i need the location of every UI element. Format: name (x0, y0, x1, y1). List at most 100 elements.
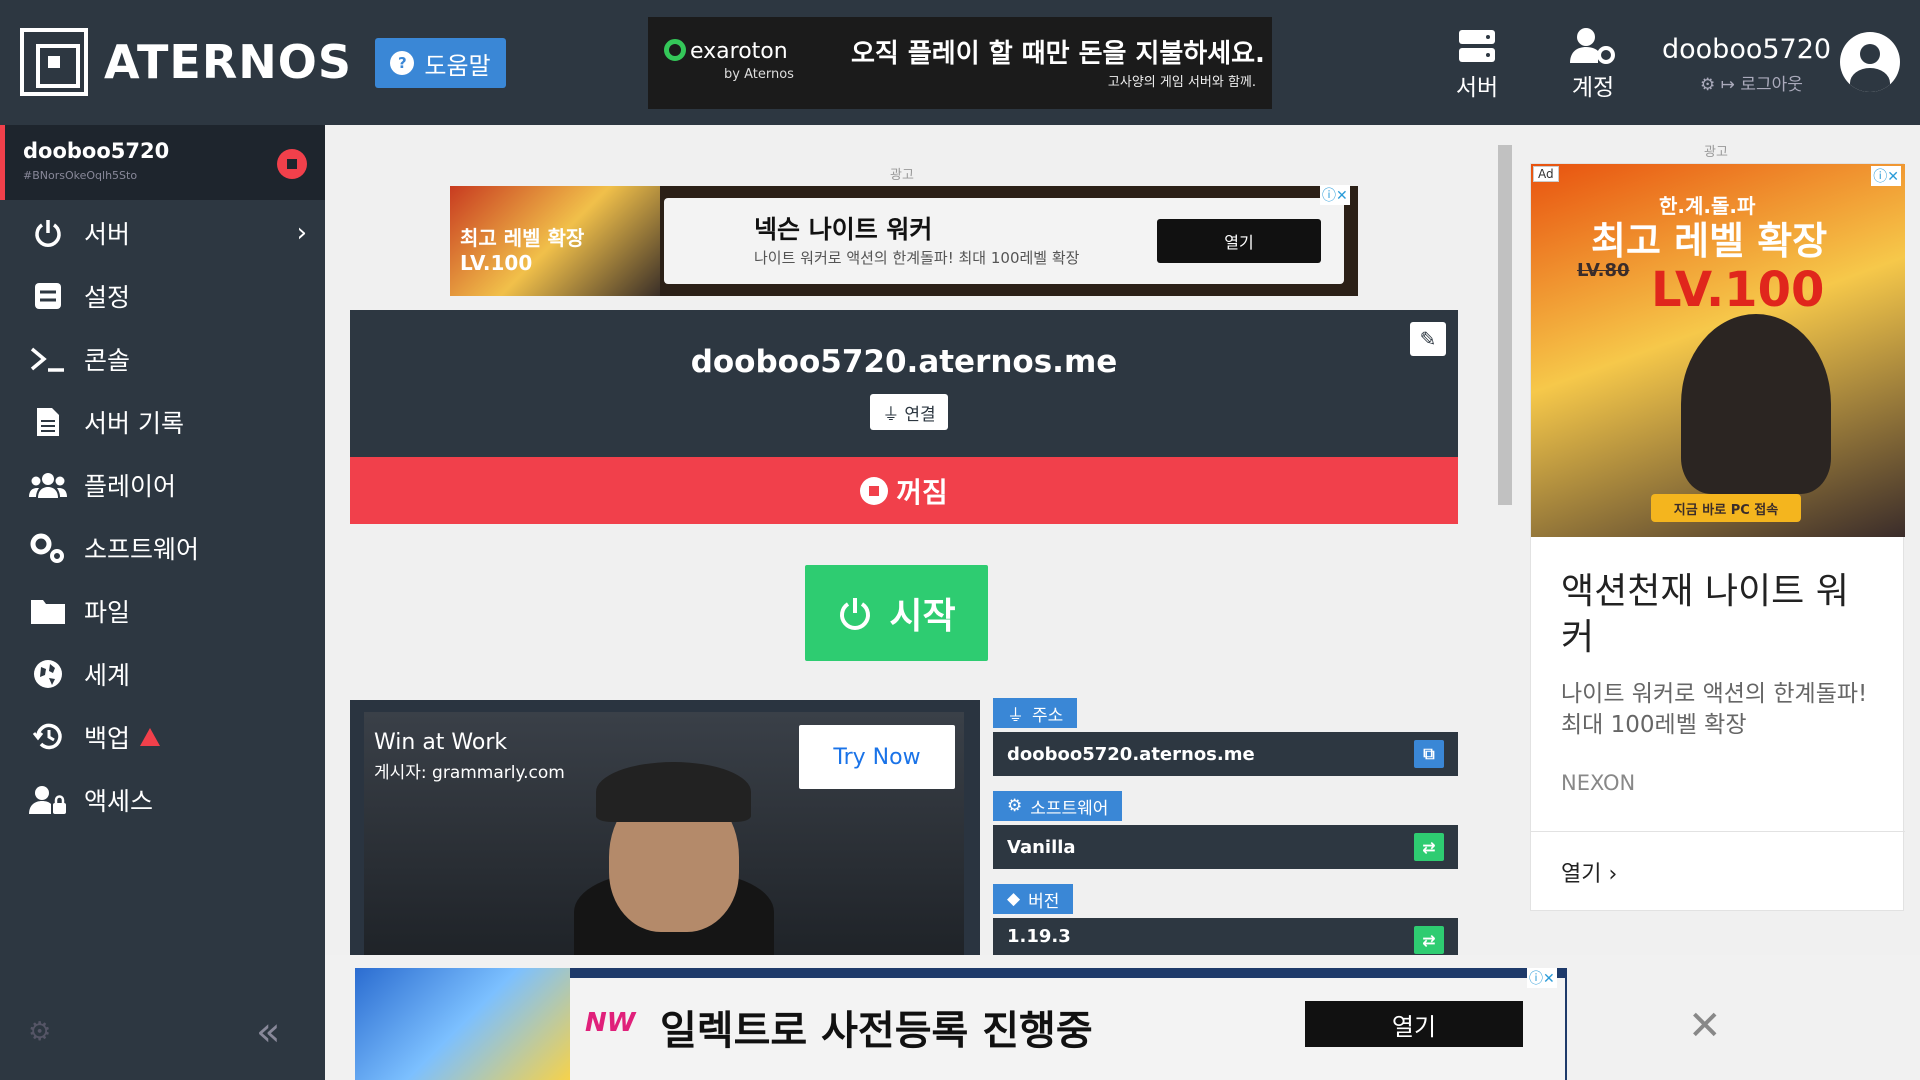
sidebar-item-server[interactable]: 서버 › (0, 203, 325, 263)
username: dooboo5720 (1662, 34, 1832, 65)
top-ad-brand-sub: by Aternos (724, 67, 794, 82)
bottom-ad-open-button[interactable]: 열기 (1305, 1001, 1523, 1047)
avatar[interactable] (1840, 32, 1900, 92)
try-now-button[interactable]: Try Now (799, 725, 955, 789)
video-ad-person-cap (596, 762, 751, 822)
ad-badge: Ad (1533, 166, 1559, 182)
right-ad-open-link[interactable]: 열기 › (1561, 856, 1617, 888)
cogs-icon (28, 532, 68, 564)
connect-button[interactable]: ⏚ 연결 (870, 394, 948, 430)
help-label: 도움말 (424, 51, 491, 80)
sidebar-item-label: 액세스 (84, 787, 154, 816)
adchoices-icon[interactable]: ⓘ✕ (1320, 185, 1350, 205)
right-ad-image: 한.계.돌.파 최고 레벨 확장 LV.80 LV.100 지금 바로 PC 접… (1531, 164, 1905, 537)
question-icon: ? (390, 51, 415, 75)
sidebar-item-players[interactable]: 플레이어 (0, 455, 325, 515)
sidebar-item-label: 서버 (84, 220, 131, 249)
server-status-text: 꺼짐 (896, 475, 948, 509)
servers-icon (1432, 24, 1522, 68)
adchoices-icon[interactable]: ⓘ✕ (1527, 968, 1557, 988)
sidebar-item-files[interactable]: 파일 (0, 581, 325, 641)
sidebar-server-header[interactable]: dooboo5720 #BNorsOkeOqlh5Sto (0, 125, 325, 200)
sidebar-item-label: 백업 (84, 724, 131, 753)
logo-text: ATERNOS (104, 35, 352, 89)
right-ad-img-lvl-old: LV.80 (1577, 260, 1630, 281)
banner-ad-desc: 나이트 워커로 액션의 한계돌파! 최대 100레벨 확장 (754, 249, 1080, 267)
video-ad[interactable]: Win at Work 게시자: grammarly.com Try Now (350, 700, 980, 972)
logout-icon[interactable]: ↦ (1721, 75, 1735, 95)
start-label: 시작 (889, 596, 956, 637)
sidebar-item-software[interactable]: 소프트웨어 (0, 518, 325, 578)
plug-icon: ⏚ (1007, 705, 1024, 726)
sidebar-item-settings[interactable]: 설정 (0, 266, 325, 326)
right-ad-brand: NEXON (1561, 771, 1636, 795)
sidebar-footer: ⚙ « (0, 955, 325, 1080)
bottom-ad-image (355, 968, 570, 1080)
software-row: Vanilla ⇄ (993, 825, 1458, 869)
start-button[interactable]: 시작 (805, 565, 988, 661)
server-domain: dooboo5720.aternos.me (690, 344, 1118, 380)
warning-icon (140, 728, 161, 746)
sidebar-item-label: 세계 (84, 661, 131, 690)
top-ad-title: 오직 플레이 할 때만 돈을 지불하세요. (851, 39, 1265, 69)
scrollbar-thumb[interactable] (1498, 145, 1512, 505)
help-button[interactable]: ? 도움말 (375, 38, 506, 88)
sidebar-item-label: 소프트웨어 (84, 535, 200, 564)
shuffle-icon[interactable]: ⇄ (1414, 926, 1444, 954)
banner-ad-image-text: 최고 레벨 확장 LV.100 (460, 226, 585, 275)
sidebar-item-console[interactable]: 콘솔 (0, 329, 325, 389)
terminal-icon (28, 345, 68, 373)
sidebar-item-worlds[interactable]: 세계 (0, 644, 325, 704)
version-tag-label: 버전 (1028, 891, 1060, 912)
sidebar-item-label: 플레이어 (84, 472, 177, 501)
version-value: 1.19.3 (1007, 926, 1071, 947)
top-ad-brand: exaroton (690, 39, 788, 64)
sidebar: dooboo5720 #BNorsOkeOqlh5Sto 서버 › 설정 콘솔 … (0, 125, 325, 955)
banner-ad-open-button[interactable]: 열기 (1157, 219, 1321, 263)
file-text-icon (28, 407, 68, 437)
shuffle-icon[interactable]: ⇄ (1414, 833, 1444, 861)
settings-gear-icon[interactable]: ⚙ (1700, 75, 1715, 95)
cogs-icon: ⚙ (1007, 796, 1023, 816)
close-icon[interactable]: ✕ (1688, 1003, 1722, 1049)
sidebar-item-label: 설정 (84, 283, 131, 312)
gear-icon[interactable]: ⚙ (28, 1017, 51, 1047)
address-tag: ⏚ 주소 (993, 698, 1078, 728)
right-side-ad[interactable]: 한.계.돌.파 최고 레벨 확장 LV.80 LV.100 지금 바로 PC 접… (1530, 163, 1905, 911)
sidebar-item-backups[interactable]: 백업 (0, 707, 325, 767)
user-cog-icon (1548, 24, 1638, 68)
top-ad-banner[interactable]: exaroton by Aternos 오직 플레이 할 때만 돈을 지불하세요… (648, 17, 1272, 109)
adchoices-icon[interactable]: ⓘ✕ (1871, 166, 1901, 186)
power-icon (28, 218, 68, 248)
top-ad-subtitle: 고사양의 게임 서버와 함께. (1107, 75, 1256, 90)
exaroton-ring-icon (664, 39, 686, 61)
collapse-sidebar-icon[interactable]: « (256, 1009, 280, 1055)
banner-ad-image: 최고 레벨 확장 LV.100 (450, 186, 660, 296)
nav-servers[interactable]: 서버 (1432, 24, 1522, 102)
sidebar-item-log[interactable]: 서버 기록 (0, 392, 325, 452)
copy-icon[interactable]: ⧉ (1414, 740, 1444, 768)
chevron-right-icon: › (296, 218, 307, 248)
right-ad-character (1681, 314, 1831, 494)
right-ad-desc: 나이트 워커로 액션의 한계돌파! 최대 100레벨 확장 (1561, 681, 1868, 738)
video-ad-publisher: 게시자: grammarly.com (374, 763, 565, 783)
bottom-banner-ad[interactable]: NW 일렉트로 사전등록 진행중 열기 (355, 968, 1567, 1080)
server-status-icon (277, 149, 307, 179)
right-ad-img-big: 최고 레벨 확장 (1591, 219, 1828, 263)
address-tag-label: 주소 (1032, 705, 1064, 726)
logout-link[interactable]: 로그아웃 (1740, 75, 1803, 95)
aternos-logo-icon (20, 28, 88, 96)
version-row: 1.19.3 ⇄ (993, 918, 1458, 955)
edit-pencil-icon[interactable]: ✎ (1410, 322, 1446, 356)
address-row: dooboo5720.aternos.me ⧉ (993, 732, 1458, 776)
server-id: #BNorsOkeOqlh5Sto (23, 169, 138, 182)
user-lock-icon (28, 785, 68, 815)
right-ad-open-label: 열기 (1561, 862, 1602, 887)
sidebar-item-access[interactable]: 액세스 (0, 770, 325, 830)
right-ad-divider (1531, 831, 1905, 832)
version-tag: ◆ 버전 (993, 884, 1074, 914)
aternos-logo[interactable]: ATERNOS (20, 28, 352, 96)
nav-account[interactable]: 계정 (1548, 24, 1638, 102)
server-name: dooboo5720 (23, 139, 170, 163)
ad-label: 광고 (890, 168, 914, 183)
